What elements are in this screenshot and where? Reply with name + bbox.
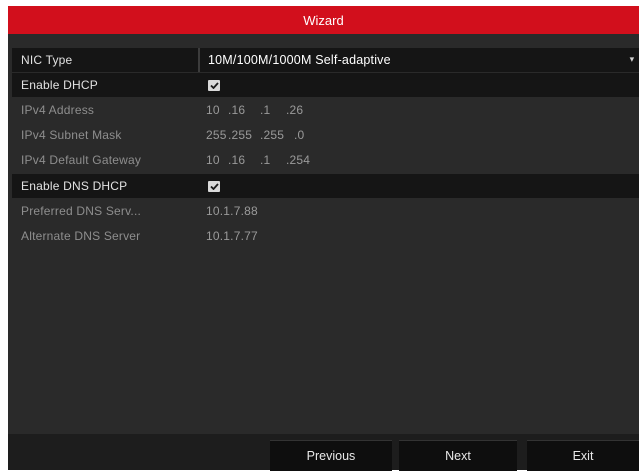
- nic-type-row: NIC Type 10M/100M/1000M Self-adaptive ▾: [12, 48, 639, 72]
- gateway-octet-4: .254: [286, 153, 311, 167]
- nic-type-label: NIC Type: [21, 53, 73, 67]
- alternate-dns-label: Alternate DNS Server: [21, 229, 141, 243]
- ipv4-address-row: IPv4 Address 10 .16 .1 .26: [12, 98, 639, 122]
- checkmark-icon: [209, 81, 219, 89]
- checkmark-icon: [209, 182, 219, 190]
- nic-type-value: 10M/100M/1000M Self-adaptive: [208, 53, 391, 67]
- gateway-octet-1: 10: [206, 153, 220, 167]
- ipv4-address-octet-3: .1: [260, 103, 271, 117]
- network-settings-panel: NIC Type 10M/100M/1000M Self-adaptive ▾ …: [8, 34, 639, 434]
- ipv4-subnet-mask-field[interactable]: 255 .255 .255 .0: [198, 123, 639, 147]
- enable-dhcp-checkbox[interactable]: [208, 79, 220, 91]
- ipv4-subnet-mask-row: IPv4 Subnet Mask 255 .255 .255 .0: [12, 123, 639, 147]
- wizard-footer: Previous Next Exit: [8, 434, 639, 471]
- exit-button[interactable]: Exit: [527, 440, 639, 471]
- previous-button[interactable]: Previous: [270, 440, 392, 471]
- enable-dns-dhcp-label: Enable DNS DHCP: [21, 179, 128, 193]
- alternate-dns-row: Alternate DNS Server 10.1.7.77: [12, 224, 639, 248]
- ipv4-address-octet-2: .16: [228, 103, 246, 117]
- subnet-mask-octet-3: .255: [260, 128, 285, 142]
- enable-dhcp-row: Enable DHCP: [12, 73, 639, 97]
- ipv4-default-gateway-field[interactable]: 10 .16 .1 .254: [198, 148, 639, 172]
- ipv4-address-octet-4: .26: [286, 103, 304, 117]
- ipv4-default-gateway-row: IPv4 Default Gateway 10 .16 .1 .254: [12, 148, 639, 172]
- enable-dhcp-label: Enable DHCP: [21, 78, 98, 92]
- ipv4-subnet-mask-label: IPv4 Subnet Mask: [21, 128, 122, 142]
- subnet-mask-octet-2: .255: [228, 128, 253, 142]
- nic-type-dropdown[interactable]: 10M/100M/1000M Self-adaptive ▾: [198, 48, 639, 72]
- ipv4-address-octet-1: 10: [206, 103, 220, 117]
- ipv4-default-gateway-label: IPv4 Default Gateway: [21, 153, 142, 167]
- ipv4-address-label: IPv4 Address: [21, 103, 95, 117]
- subnet-mask-octet-1: 255: [206, 128, 227, 142]
- alternate-dns-field[interactable]: 10.1.7.77: [198, 224, 639, 248]
- window-title: Wizard: [303, 12, 344, 28]
- enable-dns-dhcp-checkbox[interactable]: [208, 180, 220, 192]
- enable-dns-dhcp-row: Enable DNS DHCP: [12, 174, 639, 198]
- preferred-dns-row: Preferred DNS Serv... 10.1.7.88: [12, 199, 639, 223]
- title-bar: Wizard: [8, 6, 639, 34]
- preferred-dns-label: Preferred DNS Serv...: [21, 204, 142, 218]
- subnet-mask-octet-4: .0: [294, 128, 305, 142]
- ipv4-address-field[interactable]: 10 .16 .1 .26: [198, 98, 639, 122]
- wizard-window: Wizard NIC Type 10M/100M/1000M Self-adap…: [8, 6, 639, 471]
- chevron-down-icon[interactable]: ▾: [627, 54, 637, 64]
- next-button[interactable]: Next: [399, 440, 517, 471]
- gateway-octet-3: .1: [260, 153, 271, 167]
- gateway-octet-2: .16: [228, 153, 246, 167]
- preferred-dns-field[interactable]: 10.1.7.88: [198, 199, 639, 223]
